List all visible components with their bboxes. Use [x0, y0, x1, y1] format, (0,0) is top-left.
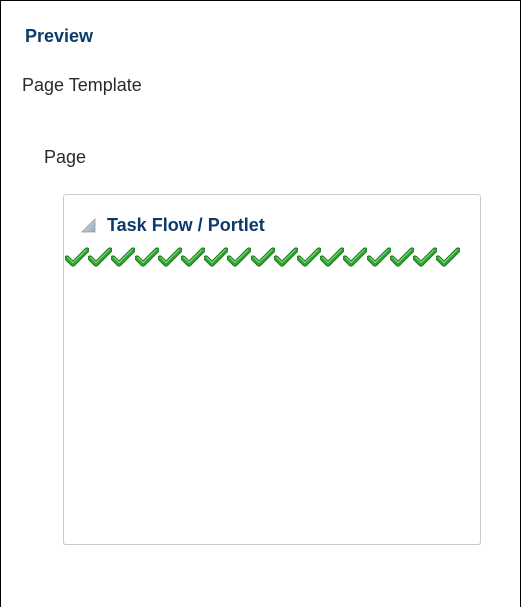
task-flow-portlet-panel: Task Flow / Portlet	[63, 194, 481, 545]
green-checkmark-icon	[435, 247, 461, 267]
green-checkmark-icon	[226, 247, 253, 267]
green-checkmark-icon	[65, 247, 90, 267]
green-checkmark-icon	[412, 247, 438, 267]
page-template-label: Page Template	[22, 75, 142, 95]
green-checkmark-icon	[157, 247, 183, 267]
green-checkmark-icon	[110, 247, 137, 267]
portlet-header: Task Flow / Portlet	[78, 213, 265, 237]
green-checkmark-icon	[203, 247, 229, 267]
green-checkmark-icon	[366, 247, 392, 267]
green-checkmark-icon	[273, 247, 299, 267]
green-checkmark-icon	[250, 247, 276, 267]
page-label: Page	[44, 147, 87, 167]
green-checkmark-icon	[342, 247, 369, 267]
green-checkmark-icon	[87, 247, 113, 267]
green-checkmark-icon	[389, 247, 415, 267]
preview-frame: Preview Page Template Page Task Flow / P…	[0, 0, 521, 607]
green-checkmark-icon	[296, 247, 322, 267]
green-checkmark-icon	[319, 247, 345, 267]
triangle-collapse-icon[interactable]	[78, 215, 98, 235]
preview-title: Preview	[25, 26, 94, 46]
green-checkmark-icon	[180, 247, 206, 267]
portlet-title: Task Flow / Portlet	[107, 215, 265, 235]
green-checkmark-icon	[134, 247, 160, 267]
checkmark-row	[65, 245, 480, 269]
